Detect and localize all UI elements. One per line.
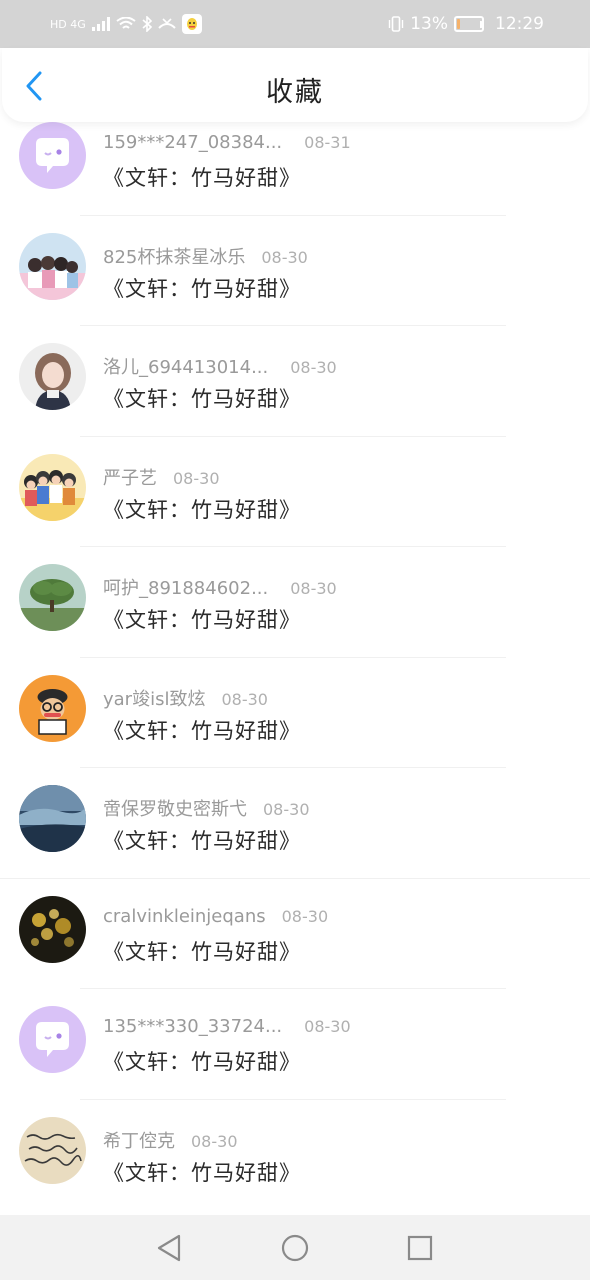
item-meta: 洛儿_694413014... 08-30 (103, 353, 337, 379)
battery-percent: 13% (410, 14, 448, 34)
vibrate-icon (388, 16, 404, 32)
avatar[interactable] (19, 343, 86, 410)
status-left: HD 4G (50, 12, 202, 36)
network-type-label: HD 4G (50, 17, 86, 31)
item-date: 08-31 (304, 133, 351, 152)
item-date: 08-30 (173, 468, 220, 488)
item-date: 08-30 (290, 579, 337, 598)
user-name[interactable]: 159***247_08384... (103, 132, 282, 153)
item-meta: 严子艺 08-30 (103, 464, 220, 490)
user-name[interactable]: 呵护_891884602... (103, 574, 268, 600)
app-header: 收藏 (2, 48, 588, 122)
favorites-list: 159***247_08384... 08-31 《文轩：竹马好甜》 825杯抹… (0, 105, 590, 1215)
portrait-avatar (19, 343, 86, 410)
sky-landscape-avatar (19, 785, 86, 852)
user-name[interactable]: 825杯抹茶星冰乐 (103, 243, 245, 269)
item-title[interactable]: 《文轩：竹马好甜》 (103, 715, 301, 745)
battery-level-fill (457, 19, 460, 29)
monkey-cartoon-avatar (19, 674, 86, 742)
avatar[interactable] (19, 232, 86, 300)
list-item[interactable]: 洛儿_694413014... 08-30 《文轩：竹马好甜》 (0, 326, 590, 437)
wifi-icon (116, 17, 136, 31)
avatar[interactable] (19, 785, 86, 852)
user-name[interactable]: 洛儿_694413014... (103, 353, 268, 379)
item-meta: 呵护_891884602... 08-30 (103, 574, 337, 600)
bokeh-lights-avatar (19, 895, 86, 963)
item-title[interactable]: 《文轩：竹马好甜》 (103, 604, 301, 634)
clock: 12:29 (495, 14, 544, 34)
item-meta: 希丁倥克 08-30 (103, 1127, 238, 1153)
cartoon-group-avatar (19, 453, 86, 521)
item-title[interactable]: 《文轩：竹马好甜》 (103, 494, 301, 524)
status-right: 13% 12:29 (388, 12, 544, 36)
item-date: 08-30 (281, 906, 329, 926)
default-avatar-icon (19, 1006, 86, 1073)
avatar[interactable] (19, 1006, 86, 1073)
list-item[interactable]: 严子艺 08-30 《文轩：竹马好甜》 (0, 437, 590, 547)
item-date: 08-30 (221, 689, 268, 709)
item-meta: 159***247_08384... 08-31 (103, 132, 351, 153)
system-nav-bar (0, 1215, 590, 1280)
item-date: 08-30 (191, 1131, 238, 1151)
item-meta: 135***330_33724... 08-30 (103, 1016, 351, 1037)
avatar[interactable] (19, 674, 86, 742)
avatar[interactable] (19, 564, 86, 631)
list-item[interactable]: 啻保罗敬史密斯弋 08-30 《文轩：竹马好甜》 (0, 768, 590, 879)
bluetooth-icon (142, 16, 152, 32)
user-name[interactable]: 啻保罗敬史密斯弋 (103, 795, 247, 821)
avatar[interactable] (19, 895, 86, 963)
list-item[interactable]: 825杯抹茶星冰乐 08-30 《文轩：竹马好甜》 (0, 216, 590, 326)
item-meta: yar竣isl致炫 08-30 (103, 685, 268, 711)
item-title[interactable]: 《文轩：竹马好甜》 (103, 383, 301, 413)
list-item[interactable]: 135***330_33724... 08-30 《文轩：竹马好甜》 (0, 989, 590, 1100)
list-item[interactable]: cralvinkleinjeqans 08-30 《文轩：竹马好甜》 (0, 879, 590, 989)
signal-icon (91, 17, 110, 31)
status-bar: HD 4G 13% 12:29 (0, 0, 590, 48)
triangle-back-icon (157, 1234, 181, 1262)
item-date: 08-30 (261, 247, 308, 267)
user-name[interactable]: cralvinkleinjeqans (103, 906, 266, 927)
avatar[interactable] (19, 122, 86, 189)
list-item[interactable]: 希丁倥克 08-30 《文轩：竹马好甜》 (0, 1100, 590, 1211)
item-title[interactable]: 《文轩：竹马好甜》 (103, 1157, 301, 1187)
list-item[interactable]: yar竣isl致炫 08-30 《文轩：竹马好甜》 (0, 658, 590, 768)
tree-landscape-avatar (19, 564, 86, 631)
item-title[interactable]: 《文轩：竹马好甜》 (103, 162, 301, 192)
handwriting-avatar (19, 1116, 86, 1184)
nav-home-button[interactable] (278, 1231, 312, 1265)
item-date: 08-30 (290, 358, 337, 377)
list-item[interactable]: 呵护_891884602... 08-30 《文轩：竹马好甜》 (0, 547, 590, 658)
item-date: 08-30 (263, 800, 310, 819)
item-title[interactable]: 《文轩：竹马好甜》 (103, 825, 301, 855)
item-title[interactable]: 《文轩：竹马好甜》 (103, 1046, 301, 1076)
item-meta: 825杯抹茶星冰乐 08-30 (103, 243, 308, 269)
avatar[interactable] (19, 1116, 86, 1184)
item-meta: 啻保罗敬史密斯弋 08-30 (103, 795, 310, 821)
default-avatar-icon (19, 122, 86, 189)
page-title: 收藏 (266, 77, 324, 108)
user-name[interactable]: 严子艺 (103, 464, 157, 490)
group-photo-avatar (19, 232, 86, 300)
app-notification-icon (181, 14, 202, 34)
user-name[interactable]: yar竣isl致炫 (103, 685, 205, 711)
item-meta: cralvinkleinjeqans 08-30 (103, 906, 328, 927)
item-title[interactable]: 《文轩：竹马好甜》 (103, 273, 301, 303)
avatar[interactable] (19, 453, 86, 521)
square-recents-icon (407, 1235, 433, 1261)
nav-back-button[interactable] (152, 1231, 186, 1265)
battery-icon (454, 16, 484, 32)
user-name[interactable]: 135***330_33724... (103, 1016, 282, 1037)
item-title[interactable]: 《文轩：竹马好甜》 (103, 936, 301, 966)
nav-recents-button[interactable] (403, 1231, 437, 1265)
missed-call-icon (158, 17, 176, 31)
item-date: 08-30 (304, 1017, 351, 1036)
circle-home-icon (281, 1234, 309, 1262)
user-name[interactable]: 希丁倥克 (103, 1127, 175, 1153)
